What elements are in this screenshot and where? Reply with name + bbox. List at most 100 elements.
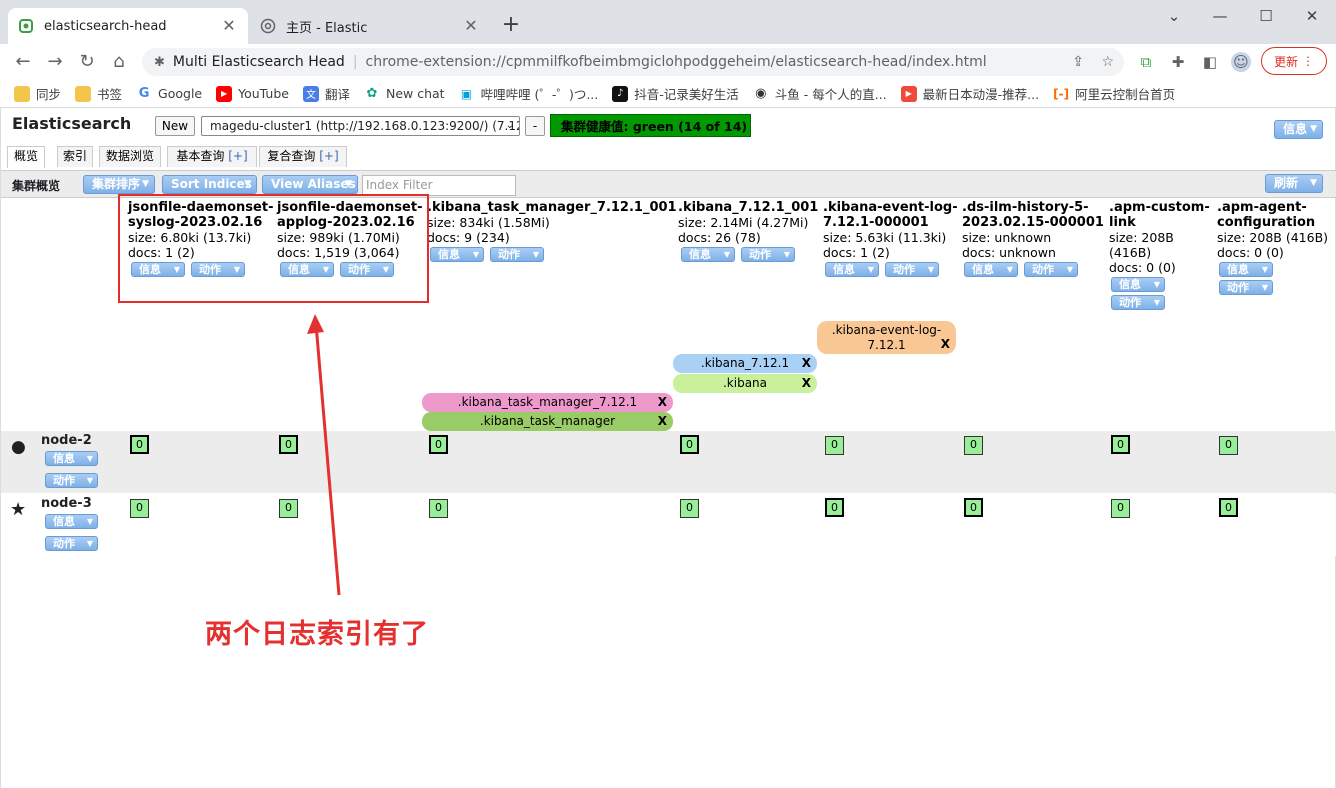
bookmark-label: 阿里云控制台首页 <box>1075 87 1176 102</box>
node-info-button[interactable]: 信息 ▼ <box>45 514 98 529</box>
extensions-puzzle-icon[interactable]: ✚ <box>1168 52 1188 72</box>
tab-basic-query[interactable]: 基本查询 [+] <box>167 146 257 167</box>
node-row: ● node-2 信息 ▼ 动作 ▼ 0 0 0 0 0 0 0 0 <box>1 431 1336 493</box>
side-panel-icon[interactable]: ◧ <box>1200 52 1220 72</box>
alias-kibana[interactable]: .kibana X <box>673 374 817 393</box>
remove-alias-icon[interactable]: X <box>941 337 950 352</box>
index-action-button[interactable]: 动作 ▼ <box>740 247 795 262</box>
info-menu-button[interactable]: 信息 ▼ <box>1274 120 1323 139</box>
bookmark-translate[interactable]: 文翻译 <box>302 84 350 103</box>
alias-kibana-7121[interactable]: .kibana_7.12.1 X <box>673 354 817 373</box>
bookmark-shuqian[interactable]: 书签 <box>75 84 122 103</box>
back-icon[interactable]: ← <box>10 49 36 75</box>
shard[interactable]: 0 <box>1111 499 1130 518</box>
index-action-button[interactable]: 动作 ▼ <box>1111 295 1165 310</box>
index-info-button[interactable]: 信息 ▼ <box>825 262 879 277</box>
alias-kibana-task-manager-7121[interactable]: .kibana_task_manager_7.12.1 X <box>422 393 673 412</box>
alias-kibana-event-log[interactable]: .kibana-event-log- 7.12.1 X <box>817 321 956 354</box>
index-action-button[interactable]: 动作 ▼ <box>1023 262 1078 277</box>
close-icon[interactable]: ✕ <box>462 17 480 35</box>
tab-elastic-home[interactable]: 主页 - Elastic ✕ <box>250 8 490 44</box>
tab-overview[interactable]: 概览 <box>7 146 45 168</box>
shard[interactable]: 0 <box>429 435 448 454</box>
bookmark-douyin[interactable]: ♪ 抖音-记录美好生活 <box>612 84 739 103</box>
bookmark-google[interactable]: G Google <box>136 86 202 102</box>
shard[interactable]: 0 <box>279 435 298 454</box>
tab-browser[interactable]: 数据浏览 <box>99 146 161 167</box>
shard[interactable]: 0 <box>825 498 844 517</box>
node-action-button[interactable]: 动作 ▼ <box>45 473 98 488</box>
shard[interactable]: 0 <box>1111 435 1130 454</box>
window-close-icon[interactable]: ✕ <box>1289 4 1335 28</box>
remove-alias-icon[interactable]: X <box>802 374 811 393</box>
shard[interactable]: 0 <box>279 499 298 518</box>
tab-elasticsearch-head[interactable]: elasticsearch-head ✕ <box>8 8 248 44</box>
shard[interactable]: 0 <box>429 499 448 518</box>
shard[interactable]: 0 <box>680 499 699 518</box>
bookmark-new-chat[interactable]: ✿ New chat <box>364 86 445 102</box>
bookmark-label: Google <box>158 86 203 101</box>
button-label: 动作 <box>1119 296 1141 309</box>
shard[interactable]: 0 <box>964 436 983 455</box>
extension-icon: ✱ <box>154 54 165 70</box>
shard[interactable]: 0 <box>964 498 983 517</box>
new-connection-button[interactable]: New <box>155 116 195 136</box>
button-label: 动作 <box>1227 281 1249 294</box>
button-label: 信息 <box>972 263 994 276</box>
disconnect-button[interactable]: - <box>525 116 545 136</box>
update-button[interactable]: 更新 ⋮ <box>1261 47 1327 75</box>
node-action-button[interactable]: 动作 ▼ <box>45 536 98 551</box>
bookmark-youtube[interactable]: ▶ YouTube <box>216 85 289 102</box>
alias-label: .kibana-event-log- <box>831 323 942 337</box>
cluster-sort-button[interactable]: 集群排序 ▼ <box>83 175 155 194</box>
index-info-button[interactable]: 信息 ▼ <box>1111 277 1165 292</box>
bookmark-sync[interactable]: 同步 <box>14 84 61 103</box>
view-aliases-button[interactable]: View Aliases ▼ <box>262 175 358 194</box>
index-action-button[interactable]: 动作 ▼ <box>1219 280 1273 295</box>
index-info-button[interactable]: 信息 ▼ <box>1219 262 1273 277</box>
tab-structured-query[interactable]: 复合查询 [+] <box>259 146 347 167</box>
bookmark-douyu[interactable]: ◉ 斗鱼 - 每个人的直... <box>753 84 887 103</box>
refresh-button[interactable]: 刷新 ▼ <box>1265 174 1323 193</box>
profile-avatar[interactable]: ☺ <box>1231 52 1251 72</box>
bookmark-bilibili[interactable]: ▣ 哔哩哔哩 (゜-゜)つ... <box>459 84 598 103</box>
button-label: 刷新 <box>1274 176 1299 190</box>
bookmark-anime[interactable]: ▶ 最新日本动漫-推荐... <box>900 84 1039 103</box>
node-info-button[interactable]: 信息 ▼ <box>45 451 98 466</box>
minimize-icon[interactable]: — <box>1197 4 1243 28</box>
bookmark-star-icon[interactable]: ☆ <box>1101 54 1114 70</box>
remove-alias-icon[interactable]: X <box>802 354 811 373</box>
forward-icon[interactable]: → <box>42 49 68 75</box>
close-icon[interactable]: ✕ <box>220 17 238 35</box>
maximize-icon[interactable]: ☐ <box>1243 4 1289 28</box>
tab-search-icon[interactable]: ⌄ <box>1151 4 1197 28</box>
extension-green-icon[interactable]: ⧉ <box>1136 52 1156 72</box>
index-info-button[interactable]: 信息 ▼ <box>964 262 1018 277</box>
reload-icon[interactable]: ↻ <box>74 49 100 75</box>
shard[interactable]: 0 <box>1219 498 1238 517</box>
shard[interactable]: 0 <box>825 436 844 455</box>
shard[interactable]: 0 <box>680 435 699 454</box>
sort-indices-button[interactable]: Sort Indices ▼ <box>162 175 257 194</box>
index-info-button[interactable]: 信息 ▼ <box>681 247 735 262</box>
alias-kibana-task-manager[interactable]: .kibana_task_manager X <box>422 412 673 431</box>
share-icon[interactable]: ⇪ <box>1072 54 1084 70</box>
tab-indices[interactable]: 索引 <box>57 146 93 167</box>
shard[interactable]: 0 <box>130 499 149 518</box>
index-action-button[interactable]: 动作 ▼ <box>884 262 939 277</box>
index-filter-input[interactable]: Index Filter <box>362 175 516 196</box>
remove-alias-icon[interactable]: X <box>658 393 667 412</box>
separator: | <box>352 54 358 70</box>
index-column: .kibana-event-log- 7.12.1-000001 size: 5… <box>823 200 958 277</box>
index-action-button[interactable]: 动作 ▼ <box>489 247 544 262</box>
remove-alias-icon[interactable]: X <box>658 412 667 431</box>
new-tab-button[interactable]: + <box>498 13 524 39</box>
bookmark-aliyun[interactable]: [-] 阿里云控制台首页 <box>1053 84 1175 103</box>
home-icon[interactable]: ⌂ <box>106 49 132 75</box>
shard[interactable]: 0 <box>1219 436 1238 455</box>
cluster-select[interactable]: magedu-cluster1 (http://192.168.0.123:92… <box>201 116 520 136</box>
index-info-button[interactable]: 信息 ▼ <box>430 247 484 262</box>
address-bar[interactable]: ✱ Multi Elasticsearch Head | chrome-exte… <box>142 48 1124 76</box>
shard[interactable]: 0 <box>130 435 149 454</box>
index-size: size: 208B <box>1109 230 1174 245</box>
